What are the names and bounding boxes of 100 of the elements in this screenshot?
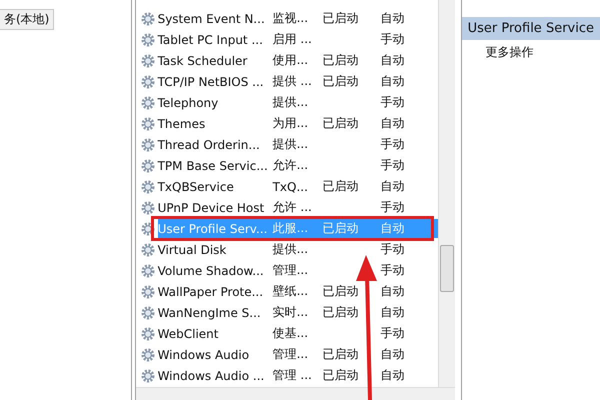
service-name: WanNengIme S... <box>158 306 262 320</box>
service-name: Telephony <box>158 96 220 110</box>
service-status: 已启动 <box>322 179 359 193</box>
service-row[interactable]: Windows Audio ... 管理 ... 已启动 自动 <box>136 365 438 386</box>
startup-type: 手动 <box>380 136 406 153</box>
horizontal-scrollbar[interactable] <box>136 387 455 400</box>
service-row[interactable]: UPnP Device Host 允许 ... 手动 <box>136 197 438 218</box>
gear-icon <box>140 222 155 236</box>
gear-icon <box>140 326 155 340</box>
gear-icon <box>140 264 155 278</box>
startup-type: 自动 <box>380 73 406 90</box>
vertical-scrollbar[interactable] <box>438 0 455 387</box>
gear-icon <box>140 284 155 298</box>
service-name: Virtual Disk <box>158 242 228 256</box>
startup-type: 手动 <box>380 241 406 258</box>
service-status: 已启动 <box>322 221 359 235</box>
service-name: Themes <box>158 116 206 130</box>
gear-icon <box>140 368 155 382</box>
service-description: 使用... <box>272 52 310 69</box>
startup-type: 手动 <box>380 157 406 174</box>
gear-icon <box>140 180 155 194</box>
service-description: 允许... <box>272 157 310 174</box>
service-status: 已启动 <box>322 368 359 382</box>
startup-type: 自动 <box>380 52 406 69</box>
gear-icon <box>140 158 155 172</box>
service-status: 已启动 <box>322 116 359 130</box>
service-row[interactable]: Thread Orderin... 提供... 手动 <box>136 134 438 155</box>
service-name: Thread Orderin... <box>158 138 261 152</box>
service-row[interactable]: Volume Shadow... 管理... 手动 <box>136 260 438 281</box>
startup-type: 自动 <box>380 304 406 321</box>
startup-type: 自动 <box>380 346 406 363</box>
gear-icon <box>140 306 155 320</box>
service-name: System Event N... <box>158 12 266 26</box>
service-row[interactable]: WanNengIme S... 实时... 已启动 自动 <box>136 302 438 323</box>
startup-type: 手动 <box>380 94 406 111</box>
service-description: 提供... <box>272 136 310 153</box>
service-name: UPnP Device Host <box>158 200 266 214</box>
service-name: Tablet PC Input ... <box>158 32 264 46</box>
service-row[interactable]: TCP/IP NetBIOS ... 提供 ... 已启动 自动 <box>136 71 438 92</box>
service-name: TxQBService <box>158 180 235 194</box>
service-row[interactable]: TPM Base Servic... 允许... 手动 <box>136 155 438 176</box>
service-description: 提供... <box>272 241 310 258</box>
service-name: Volume Shadow... <box>158 264 265 278</box>
gear-icon <box>140 54 155 68</box>
more-actions-link[interactable]: 更多操作 <box>486 45 534 59</box>
actions-header: User Profile Service <box>462 17 600 40</box>
service-row[interactable]: TxQBService TxQ... 已启动 自动 <box>136 176 438 197</box>
service-description: 启用 ... <box>272 31 313 48</box>
startup-type: 手动 <box>380 199 406 216</box>
service-status: 已启动 <box>322 11 359 25</box>
service-row[interactable]: System Event N... 监视... 已启动 自动 <box>136 8 438 29</box>
service-description: 管理... <box>272 346 310 363</box>
gear-icon <box>140 200 155 214</box>
service-description: 允许 ... <box>272 199 313 216</box>
gear-icon <box>140 348 155 362</box>
startup-type: 手动 <box>380 325 406 342</box>
gear-icon <box>140 74 155 88</box>
startup-type: 自动 <box>380 10 406 27</box>
startup-type: 自动 <box>380 115 406 132</box>
scroll-thumb[interactable] <box>440 245 454 292</box>
service-description: 使基... <box>272 325 310 342</box>
service-description: 提供 ... <box>272 73 313 90</box>
service-name: Task Scheduler <box>158 54 248 68</box>
service-description: TxQ... <box>272 180 309 194</box>
service-status: 已启动 <box>322 284 359 298</box>
service-description: 壁纸... <box>272 283 310 300</box>
service-row[interactable]: Tablet PC Input ... 启用 ... 手动 <box>136 29 438 50</box>
service-row[interactable]: Telephony 提供... 手动 <box>136 92 438 113</box>
service-status: 已启动 <box>322 53 359 67</box>
service-row[interactable]: Windows Audio 管理... 已启动 自动 <box>136 344 438 365</box>
gear-icon <box>140 242 155 256</box>
startup-type: 自动 <box>380 220 406 237</box>
service-row[interactable]: Themes 为用... 已启动 自动 <box>136 113 438 134</box>
startup-type: 手动 <box>380 31 406 48</box>
gear-icon <box>140 116 155 130</box>
gear-icon <box>140 12 155 26</box>
service-row[interactable]: WallPaper Prote... 壁纸... 已启动 自动 <box>136 281 438 302</box>
service-status: 已启动 <box>322 305 359 319</box>
service-row[interactable]: WebClient 使基... 手动 <box>136 323 438 344</box>
service-name: TCP/IP NetBIOS ... <box>158 74 265 88</box>
service-description: 此服... <box>272 220 310 237</box>
service-description: 为用... <box>272 115 310 132</box>
service-description: 管理... <box>272 262 310 279</box>
service-description: 管理 ... <box>272 367 313 384</box>
startup-type: 手动 <box>380 262 406 279</box>
service-name: TPM Base Servic... <box>158 158 269 172</box>
service-name: WebClient <box>158 326 220 340</box>
startup-type: 自动 <box>380 367 406 384</box>
gear-icon <box>140 32 155 46</box>
service-name: WallPaper Prote... <box>158 284 264 298</box>
service-row[interactable]: Task Scheduler 使用... 已启动 自动 <box>136 50 438 71</box>
service-row[interactable]: Virtual Disk 提供... 手动 <box>136 239 438 260</box>
startup-type: 自动 <box>380 178 406 195</box>
gear-icon <box>140 138 155 152</box>
service-description: 监视... <box>272 10 310 27</box>
startup-type: 自动 <box>380 283 406 300</box>
service-status: 已启动 <box>322 74 359 88</box>
service-name: Windows Audio <box>158 348 250 362</box>
scope-tab[interactable]: 务(本地) <box>0 9 54 30</box>
service-description: 提供... <box>272 94 310 111</box>
